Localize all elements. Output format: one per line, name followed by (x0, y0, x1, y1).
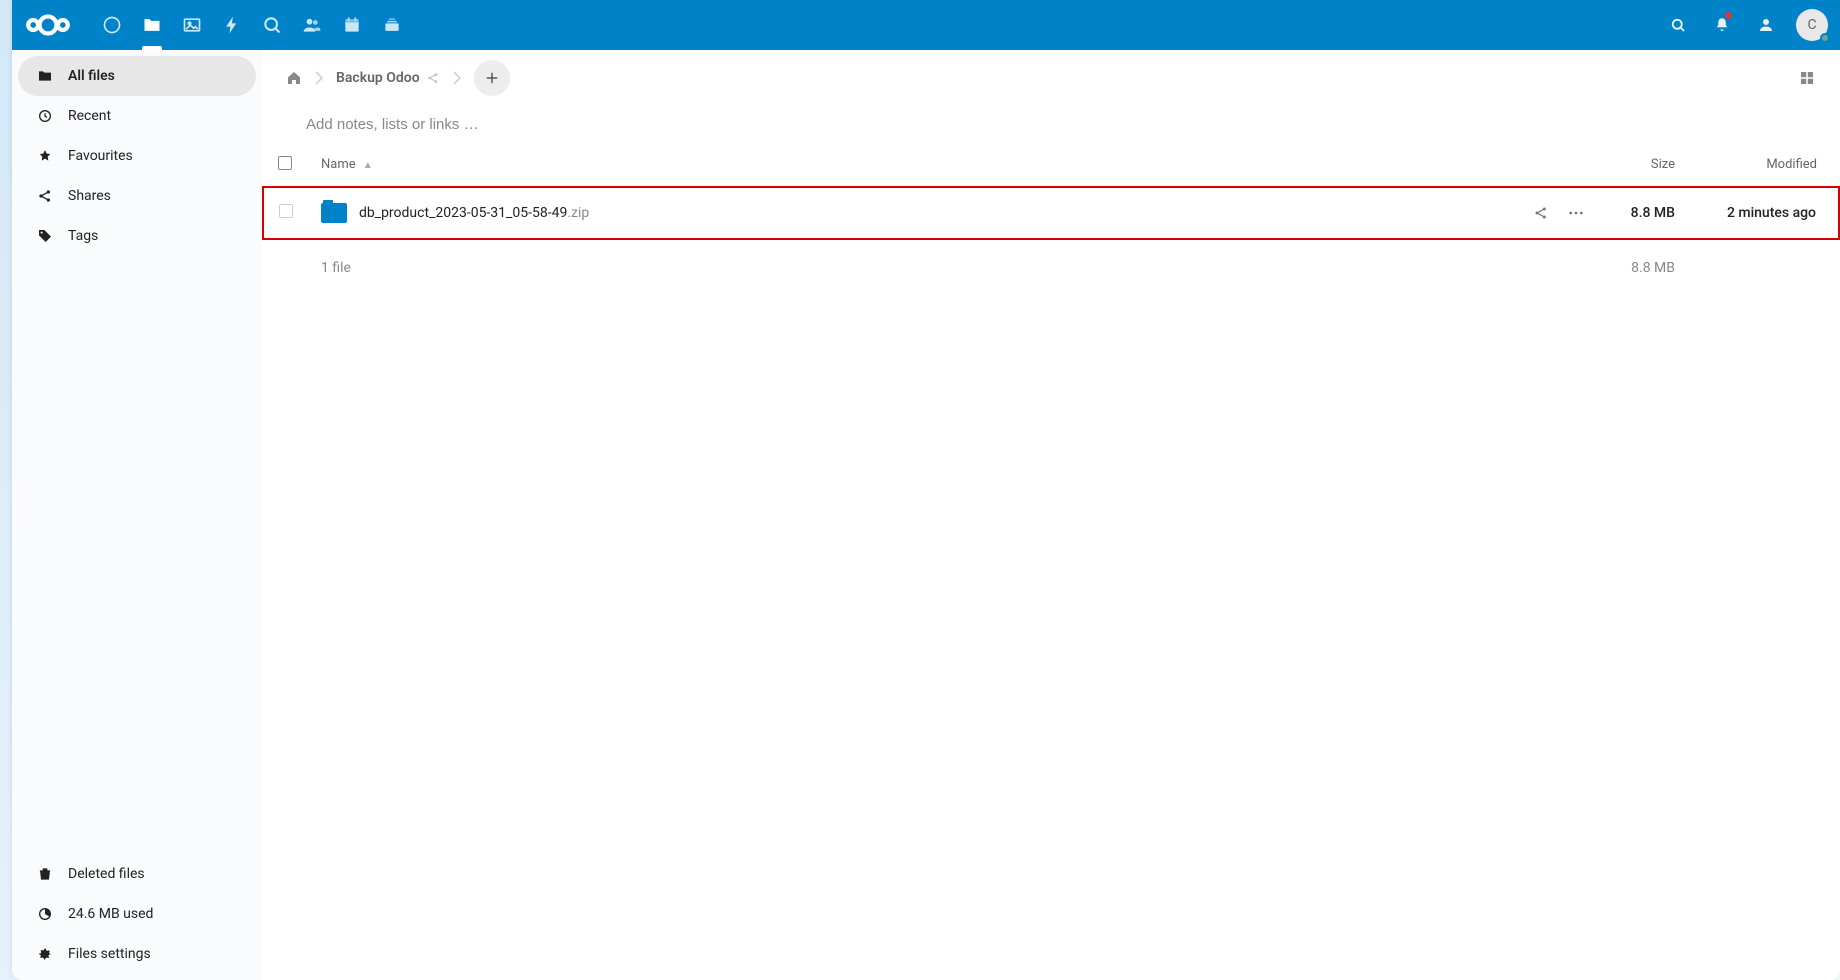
sidebar-item-label: Favourites (68, 148, 133, 164)
summary-row: 1 file 8.8 MB (263, 239, 1839, 295)
file-extension: .zip (567, 205, 589, 221)
share-icon[interactable] (426, 71, 440, 85)
app-contacts-icon[interactable] (292, 0, 332, 50)
breadcrumb-home[interactable] (280, 64, 308, 92)
sidebar-item-all-files[interactable]: All files (18, 56, 256, 96)
column-name-label: Name (321, 157, 356, 172)
summary-size: 8.8 MB (1631, 260, 1675, 276)
app-photos-icon[interactable] (172, 0, 212, 50)
row-more-icon[interactable] (1567, 204, 1585, 222)
sidebar-item-label: Recent (68, 108, 111, 124)
folder-icon (36, 67, 54, 85)
grid-icon (1798, 69, 1816, 87)
share-icon (36, 187, 54, 205)
chevron-right-icon (314, 68, 324, 88)
sort-asc-icon: ▲ (363, 160, 373, 171)
file-size: 8.8 MB (1631, 205, 1675, 221)
sidebar-item-favourites[interactable]: Favourites (18, 136, 256, 176)
grid-view-toggle[interactable] (1792, 63, 1822, 93)
file-table: Name ▲ Size Modified (262, 143, 1840, 295)
notifications-icon[interactable] (1702, 0, 1742, 50)
app-activity-icon[interactable] (212, 0, 252, 50)
file-name: db_product_2023-05-31_05-58-49 (359, 205, 567, 221)
sidebar-item-deleted-files[interactable]: Deleted files (18, 854, 256, 894)
file-modified: 2 minutes ago (1727, 205, 1816, 221)
clock-icon (36, 107, 54, 125)
contacts-menu-icon[interactable] (1746, 0, 1786, 50)
chevron-right-icon (452, 68, 462, 88)
topbar-apps (92, 0, 412, 50)
archive-icon (321, 203, 347, 223)
column-modified-header[interactable]: Modified (1689, 143, 1839, 187)
breadcrumb: Backup Odoo (262, 50, 1840, 106)
app-talk-icon[interactable] (252, 0, 292, 50)
star-icon (36, 147, 54, 165)
column-name-header[interactable]: Name ▲ (307, 143, 1479, 187)
sidebar-item-label: Tags (68, 228, 98, 244)
sidebar-item-label: Files settings (68, 946, 151, 962)
plus-icon (484, 70, 500, 86)
home-icon (286, 70, 302, 86)
row-share-icon[interactable] (1533, 205, 1549, 221)
sidebar: All files Recent Favourites Shares (12, 50, 262, 980)
sidebar-item-files-settings[interactable]: Files settings (18, 934, 256, 974)
topbar: C (12, 0, 1840, 50)
summary-count: 1 file (321, 260, 351, 276)
user-status-dot (1820, 33, 1830, 43)
topbar-right: C (1658, 0, 1828, 50)
app-files-icon[interactable] (132, 0, 172, 50)
sidebar-item-quota[interactable]: 24.6 MB used (18, 894, 256, 934)
sidebar-item-tags[interactable]: Tags (18, 216, 256, 256)
content-area: Backup Odoo (262, 50, 1840, 980)
notification-unread-dot (1725, 12, 1732, 19)
app-dashboard-icon[interactable] (92, 0, 132, 50)
sidebar-item-label: Shares (68, 188, 111, 204)
tag-icon (36, 227, 54, 245)
table-row[interactable]: db_product_2023-05-31_05-58-49.zip (263, 187, 1839, 239)
app-window: C All files Recent Fa (12, 0, 1840, 980)
column-size-header[interactable]: Size (1599, 143, 1689, 187)
sidebar-item-label: 24.6 MB used (68, 906, 153, 922)
row-checkbox[interactable] (279, 204, 293, 218)
sidebar-item-recent[interactable]: Recent (18, 96, 256, 136)
avatar-initial: C (1807, 17, 1816, 33)
notes-input[interactable] (262, 106, 1840, 143)
sidebar-item-shares[interactable]: Shares (18, 176, 256, 216)
sidebar-item-label: All files (68, 68, 115, 84)
quota-icon (36, 905, 54, 923)
app-calendar-icon[interactable] (332, 0, 372, 50)
breadcrumb-current-label: Backup Odoo (336, 70, 420, 86)
breadcrumb-current[interactable]: Backup Odoo (330, 64, 446, 92)
add-button[interactable] (474, 60, 510, 96)
nextcloud-logo-icon[interactable] (24, 9, 84, 41)
search-icon[interactable] (1658, 0, 1698, 50)
avatar[interactable]: C (1796, 9, 1828, 41)
gear-icon (36, 945, 54, 963)
sidebar-item-label: Deleted files (68, 866, 145, 882)
select-all-checkbox[interactable] (278, 156, 292, 170)
trash-icon (36, 865, 54, 883)
app-deck-icon[interactable] (372, 0, 412, 50)
